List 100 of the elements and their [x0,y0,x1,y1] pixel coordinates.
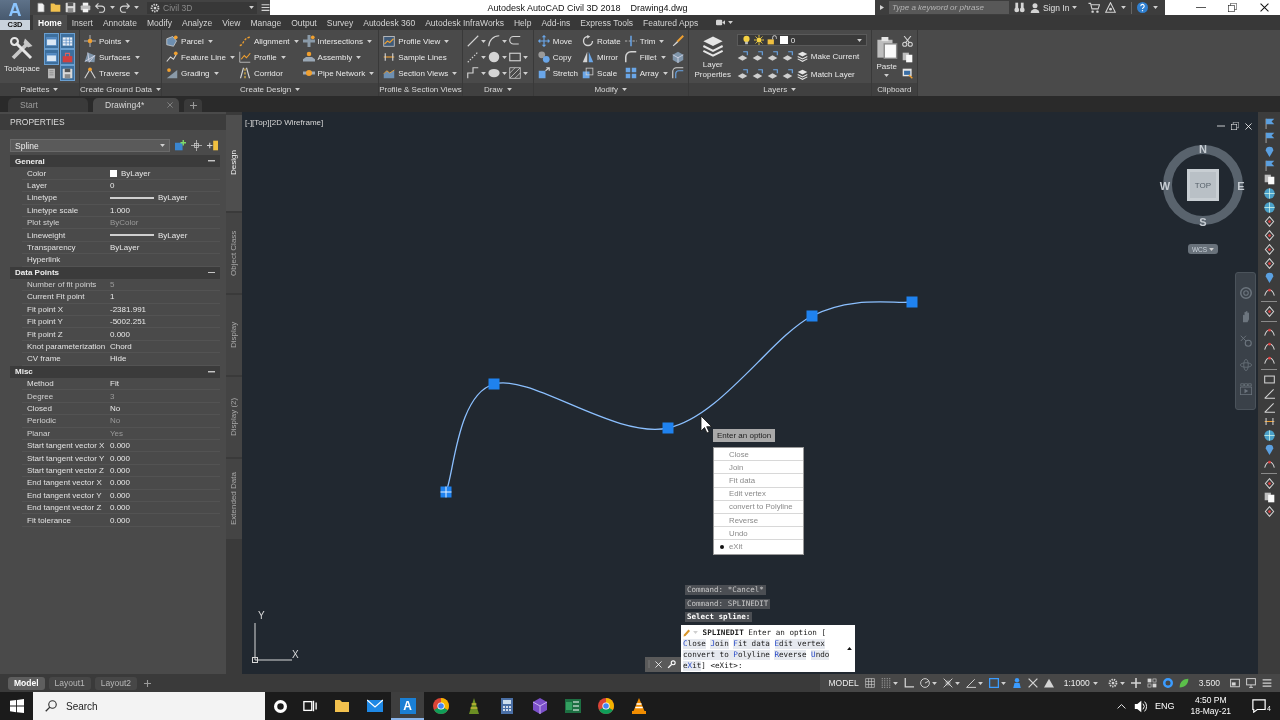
panel-title[interactable]: Modify [533,83,688,96]
panel-title[interactable]: Clipboard [871,83,917,96]
pin-icon[interactable] [1263,146,1275,157]
palette-toggle-button[interactable] [60,49,76,65]
triangle-icon[interactable] [1105,2,1117,13]
language-indicator[interactable]: ENG [1154,701,1175,711]
ribbon-tab[interactable]: Annotate [97,15,142,30]
layout-tab[interactable]: Layout1 [48,676,91,690]
diamond-icon[interactable] [1263,506,1275,517]
ribbon-button[interactable]: Rotate [582,33,621,49]
angle-lines-icon[interactable] [1263,402,1275,413]
compass-letter[interactable]: N [1199,143,1207,155]
space-toggle-button[interactable]: MODEL [826,678,861,688]
ribbon-button[interactable]: Surfaces [84,49,140,65]
layer-arrow-icon[interactable] [766,68,778,80]
angle-lines-icon[interactable] [1263,388,1275,399]
diamond-icon[interactable] [1263,244,1275,255]
ribbon-button[interactable]: Parcel [166,33,235,49]
palette-toggle-button[interactable] [60,33,76,49]
layer-arrow-icon[interactable] [736,68,748,80]
ribbon-tab[interactable]: Modify [141,15,177,30]
globe-icon[interactable] [1263,430,1275,441]
object-type-dropdown[interactable]: Spline [10,139,170,152]
rectangle-icon[interactable] [1263,374,1275,385]
ribbon-large-button[interactable]: Toolspace [4,33,41,83]
ribbon-tab[interactable]: Help [508,15,537,30]
file-icon[interactable] [36,2,46,13]
ribbon-tab[interactable]: Survey [321,15,359,30]
ribbon-button[interactable]: Copy [537,49,579,65]
arc-point-icon[interactable] [1263,326,1275,337]
scissors-icon[interactable] [901,35,913,47]
layer-arrow-icon[interactable] [766,50,778,62]
viewport-controls[interactable]: [-][Top][2D Wireframe] [245,118,324,127]
ribbon-button[interactable]: Mirror [582,49,621,65]
layer-arrow-icon[interactable] [751,68,763,80]
ribbon-button[interactable]: Pipe Network [302,65,375,81]
brush-icon[interactable] [671,35,684,47]
ribbon-tab[interactable]: Manage [245,15,287,30]
ribbon-button[interactable]: Assembly [302,49,375,65]
panel-title[interactable]: Layers [688,83,871,96]
layer-arrow-icon[interactable] [736,50,748,62]
caret-icon[interactable] [110,6,115,9]
panel-title[interactable]: Create Design [162,83,379,96]
ribbon-large-button[interactable]: Layer Properties [692,33,733,83]
status-bar-button[interactable] [917,676,939,690]
diamond-icon[interactable] [1263,478,1275,489]
file-tab[interactable]: Start [8,98,88,112]
offset-icon[interactable] [671,67,684,79]
camera-icon[interactable] [715,18,727,27]
panes-icon[interactable] [303,699,317,713]
cart-icon[interactable] [1088,2,1101,13]
triangle-right-icon[interactable] [880,5,884,10]
panel-title[interactable]: Draw [462,83,533,96]
palette-toggle-button[interactable] [44,49,60,65]
ribbon-large-button[interactable]: Paste [875,33,898,83]
chevron-up-icon[interactable] [1116,703,1126,709]
ribbon-button[interactable]: Section Views [383,65,458,81]
target-icon[interactable] [191,140,202,151]
arc-point-icon[interactable] [1263,354,1275,365]
flag-icon[interactable] [1263,132,1275,143]
layer-arrow-icon[interactable] [781,68,793,80]
ribbon-button[interactable]: Feature Line [166,49,235,65]
flag-icon[interactable] [1263,160,1275,171]
ribbon-button[interactable]: Profile [239,49,299,65]
ribbon-button[interactable]: Corridor [239,65,299,81]
taskbar-app-button[interactable]: A [391,692,424,720]
ribbon-tab[interactable]: Add-ins [536,15,576,30]
taskbar-search-bar[interactable]: Search [33,692,265,720]
section-header[interactable]: General [10,155,220,168]
grip-handle[interactable] [806,310,818,322]
layer-arrow-icon[interactable] [781,50,793,62]
plus-box-icon[interactable] [175,140,186,151]
speaker-icon[interactable] [1133,699,1147,713]
pages-icon[interactable] [901,51,913,63]
ring-icon[interactable] [273,699,287,713]
ribbon-button[interactable]: Grading [166,65,235,81]
caret-icon[interactable] [728,21,734,24]
palette-tab[interactable]: Object Class [226,213,242,293]
draw-tool-button[interactable] [466,65,487,81]
menu-icon[interactable] [261,3,270,12]
palette-toggle-button[interactable] [60,65,76,81]
workspace-dropdown[interactable]: Civil 3D [147,1,257,14]
plus-tag-icon[interactable] [207,140,218,151]
cube-icon[interactable] [671,51,684,63]
layer-dropdown[interactable]: 0 [736,34,867,46]
ribbon-button[interactable]: Intersections [302,33,375,49]
pin-icon[interactable] [1263,444,1275,455]
layout-tab[interactable]: Model [8,676,45,690]
layer-arrow-icon[interactable] [751,50,763,62]
palette-tab[interactable]: Extended Data [226,459,242,539]
draw-tool-button[interactable] [466,33,487,49]
caret-icon[interactable] [134,6,139,9]
arc-point-icon[interactable] [1263,340,1275,351]
ribbon-tab[interactable]: Analyze [176,15,218,30]
caret-icon[interactable] [1153,6,1159,9]
caret-icon[interactable] [1121,6,1127,9]
windows-icon[interactable] [9,699,24,713]
palette-tab[interactable]: Display [226,295,242,375]
file-tab[interactable]: Drawing4* [93,98,179,112]
grip-handle[interactable] [906,296,918,308]
